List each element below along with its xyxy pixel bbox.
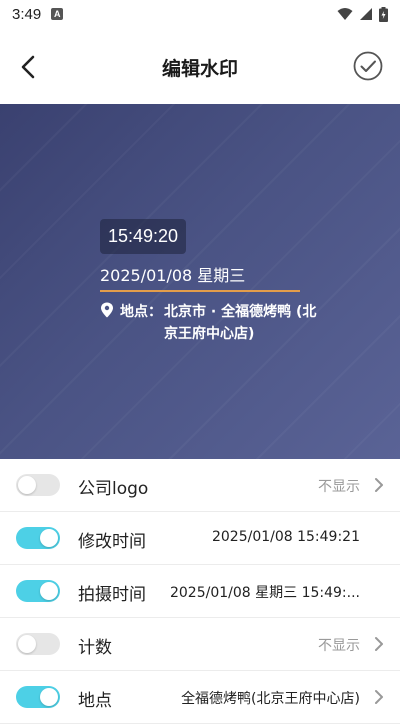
status-bar: 3:49 A	[0, 0, 400, 28]
setting-value: 不显示	[318, 479, 360, 495]
battery-icon	[379, 6, 388, 22]
setting-label: 拍摄时间	[78, 585, 146, 605]
settings-list: 公司logo 不显示 修改时间 2025/01/08 15:49:21 拍摄时间…	[0, 459, 400, 724]
toggle-knob	[18, 635, 36, 653]
setting-value: 不显示	[318, 638, 360, 654]
count-toggle[interactable]	[16, 633, 60, 655]
status-time: 3:49	[12, 5, 42, 23]
chevron-right-icon[interactable]	[372, 477, 386, 493]
toggle-knob	[40, 688, 58, 706]
setting-label: 修改时间	[78, 532, 146, 552]
notification-icon: A	[51, 8, 64, 20]
chevron-right-icon[interactable]	[372, 689, 386, 705]
header-bar: 编辑水印	[0, 28, 400, 104]
toggle-knob	[40, 582, 58, 600]
setting-label: 地点	[78, 691, 112, 711]
location-pin-icon	[101, 302, 113, 318]
wifi-icon	[337, 8, 353, 20]
setting-row-company-logo[interactable]: 公司logo 不显示	[0, 459, 400, 512]
watermark-date: 2025/01/08 星期三	[100, 266, 246, 285]
setting-row-location[interactable]: 地点 全福德烤鸭(北京王府中心店)	[0, 671, 400, 724]
capture-time-toggle[interactable]	[16, 580, 60, 602]
setting-label: 公司logo	[78, 479, 149, 499]
watermark-location-value: 北京市 · 全福德烤鸭 (北京王府中心店)	[164, 304, 317, 342]
watermark-location-label: 地点：	[120, 304, 162, 320]
toggle-knob	[18, 476, 36, 494]
setting-value: 2025/01/08 星期三 15:49:...	[169, 585, 360, 601]
chevron-right-icon[interactable]	[372, 636, 386, 652]
location-toggle[interactable]	[16, 686, 60, 708]
setting-label: 计数	[78, 638, 112, 658]
modify-time-toggle[interactable]	[16, 527, 60, 549]
signal-icon	[360, 8, 372, 20]
setting-row-modify-time[interactable]: 修改时间 2025/01/08 15:49:21	[0, 512, 400, 565]
company-logo-toggle[interactable]	[16, 474, 60, 496]
setting-value: 全福德烤鸭(北京王府中心店)	[181, 691, 360, 707]
setting-value: 2025/01/08 15:49:21	[211, 529, 360, 545]
status-icons	[337, 6, 388, 22]
watermark-preview: 15:49:20 2025/01/08 星期三 地点： 北京市 · 全福德烤鸭 …	[0, 104, 400, 459]
setting-row-count[interactable]: 计数 不显示	[0, 618, 400, 671]
page-title: 编辑水印	[161, 58, 238, 80]
toggle-knob	[40, 529, 58, 547]
setting-row-capture-time[interactable]: 拍摄时间 2025/01/08 星期三 15:49:...	[0, 565, 400, 618]
confirm-check-icon[interactable]	[352, 50, 384, 82]
watermark-divider	[100, 290, 300, 292]
watermark-time: 15:49:20	[100, 219, 187, 254]
